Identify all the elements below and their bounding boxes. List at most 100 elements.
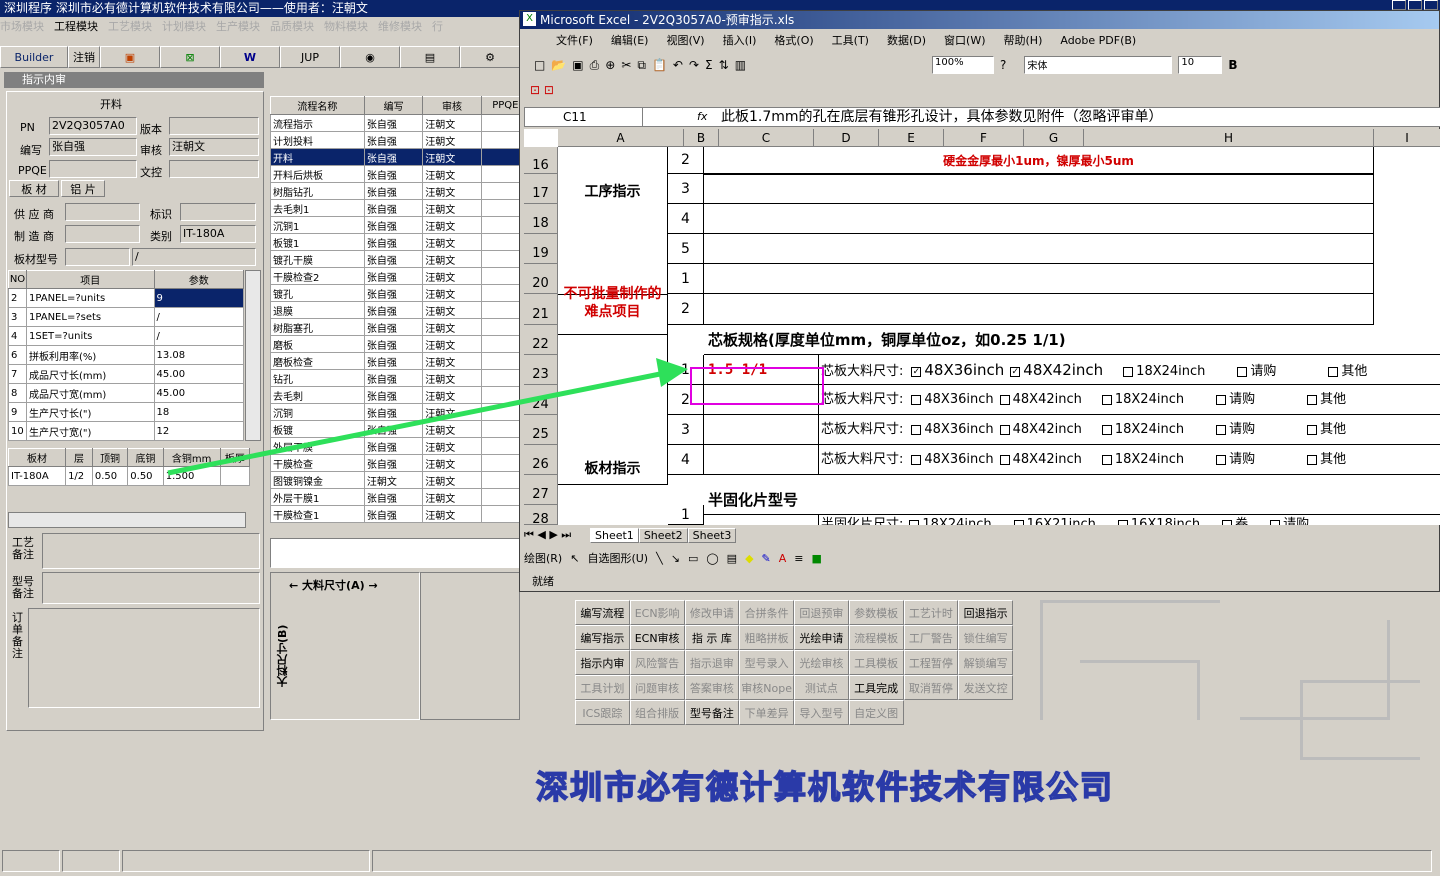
row-header[interactable]: 19: [524, 234, 558, 264]
param-row[interactable]: 8 成品尺寸宽(mm) 45.00: [8, 383, 245, 403]
module-8[interactable]: 行: [432, 20, 443, 33]
function-button[interactable]: 问题审核: [629, 675, 685, 700]
paste-icon[interactable]: 📋: [652, 58, 667, 72]
pointer-icon[interactable]: ↖: [570, 552, 579, 565]
function-button[interactable]: 指 示 库: [684, 625, 740, 650]
function-button[interactable]: 参数模板: [848, 600, 904, 625]
col-header[interactable]: F: [944, 129, 1024, 147]
flow-row[interactable]: 沉铜1 张自强 汪朝文: [270, 216, 531, 234]
flow-row[interactable]: 磨板检查 张自强 汪朝文: [270, 352, 531, 370]
sheet-tab-1[interactable]: Sheet1: [590, 527, 639, 543]
cell-sec3[interactable]: 板材指示: [558, 335, 668, 485]
row-header[interactable]: 20: [524, 264, 558, 294]
param-row[interactable]: 2 1PANEL=?units 9: [8, 288, 245, 308]
function-button[interactable]: 型号备注: [684, 700, 740, 725]
function-button[interactable]: 回退预审: [794, 600, 849, 625]
shadow-icon[interactable]: ■: [812, 552, 822, 565]
function-button[interactable]: 粗略拼板: [739, 625, 794, 650]
function-button[interactable]: 测试点: [794, 675, 849, 700]
ppqe-field[interactable]: [49, 160, 137, 178]
jup-button[interactable]: JUP: [280, 46, 340, 68]
row-header[interactable]: 21: [524, 294, 558, 325]
model-field-1[interactable]: [65, 248, 130, 266]
option-checkbox[interactable]: [1328, 366, 1339, 377]
flow-row[interactable]: 去毛刺 张自强 汪朝文: [270, 386, 531, 404]
version-field[interactable]: [169, 117, 259, 135]
option-checkbox[interactable]: [1307, 454, 1318, 465]
flow-row[interactable]: 开料后烘板 张自强 汪朝文: [270, 165, 531, 183]
preview-icon[interactable]: ⊕: [605, 58, 615, 72]
sheet-tab-2[interactable]: Sheet2: [638, 527, 688, 543]
note2-field[interactable]: [42, 572, 260, 604]
autoshape-menu[interactable]: 自选图形(U): [587, 550, 648, 566]
supplier-field[interactable]: [65, 203, 140, 221]
option-checkbox[interactable]: [1216, 394, 1227, 405]
option-checkbox[interactable]: [911, 454, 922, 465]
restore-icon[interactable]: [1408, 0, 1422, 10]
mark-field[interactable]: [180, 203, 256, 221]
cell-num[interactable]: 2: [668, 294, 704, 325]
flow-row[interactable]: 镀孔干膜 张自强 汪朝文: [270, 250, 531, 268]
cell-wide[interactable]: [704, 204, 1374, 234]
cut-icon[interactable]: ✂: [621, 58, 631, 72]
print-icon[interactable]: ⎙: [590, 58, 600, 73]
option-checkbox[interactable]: [1307, 424, 1318, 435]
oval-icon[interactable]: ◯: [706, 552, 718, 565]
module-1[interactable]: 工程模块: [54, 20, 98, 33]
option-checkbox[interactable]: [911, 424, 922, 435]
option-checkbox[interactable]: [1222, 519, 1233, 525]
core-size-row[interactable]: 芯板大料尺寸: 48X36inch 48X42inch 18X24inch 请购 其他: [819, 385, 1440, 415]
formula-input[interactable]: 此板1.7mm的孔在底层有锥形孔设计，具体参数见附件（忽略评审单）: [721, 108, 1163, 126]
calc-button[interactable]: ▣: [100, 46, 160, 68]
param-row[interactable]: 7 成品尺寸长(mm) 45.00: [8, 364, 245, 384]
flow-row[interactable]: 钻孔 张自强 汪朝文: [270, 369, 531, 387]
note3-field[interactable]: [28, 608, 260, 708]
option-checkbox[interactable]: [1101, 454, 1112, 465]
cell-num[interactable]: 5: [668, 234, 704, 264]
col-header[interactable]: E: [879, 129, 944, 147]
module-0[interactable]: 市场模块: [0, 20, 44, 33]
row-header[interactable]: 17: [524, 174, 558, 204]
size-select[interactable]: 10: [1178, 56, 1223, 74]
cell-num[interactable]: 1: [668, 264, 704, 294]
fill-color-icon[interactable]: ◆: [745, 552, 753, 565]
cell-wide[interactable]: [704, 294, 1374, 325]
close-icon[interactable]: [1424, 0, 1438, 10]
function-button[interactable]: 回退指示: [958, 600, 1013, 625]
param-row[interactable]: 4 1SET=?units /: [8, 326, 245, 346]
board-hscrollbar[interactable]: [8, 512, 246, 528]
sheet-tab-3[interactable]: Sheet3: [687, 527, 737, 543]
undo-icon[interactable]: ↶: [673, 58, 683, 72]
col-header[interactable]: C: [719, 129, 814, 147]
worksheet[interactable]: ABCDEFGHIJ16171819202122232425262728工序指示…: [524, 129, 1440, 525]
excel-menu-item[interactable]: Adobe PDF(B): [1060, 34, 1136, 47]
row-header[interactable]: 26: [524, 445, 558, 475]
function-button[interactable]: 工具完成: [848, 675, 904, 700]
draw-menu[interactable]: 绘图(R): [524, 550, 562, 566]
option-checkbox[interactable]: [1123, 366, 1134, 377]
module-4[interactable]: 生产模块: [216, 20, 260, 33]
cell-num[interactable]: 3: [668, 174, 704, 204]
function-button[interactable]: 锁住编写: [958, 625, 1013, 650]
new-icon[interactable]: □: [534, 58, 545, 72]
cell-num[interactable]: 1: [668, 505, 704, 525]
flow-row[interactable]: 板镀 张自强 汪朝文: [270, 420, 531, 438]
cell-num[interactable]: 2: [668, 147, 704, 174]
function-button[interactable]: 光绘审核: [794, 650, 849, 675]
flow-row[interactable]: 磨板 张自强 汪朝文: [270, 335, 531, 353]
option-checkbox[interactable]: ✓: [911, 366, 922, 377]
option-checkbox[interactable]: [1237, 366, 1248, 377]
redo-icon[interactable]: ↷: [689, 58, 699, 72]
cell-num[interactable]: 3: [668, 415, 704, 445]
core-size-row[interactable]: 芯板大料尺寸: 48X36inch 48X42inch 18X24inch 请购 其他: [819, 415, 1440, 445]
function-button[interactable]: ECN审核: [629, 625, 685, 650]
row-header[interactable]: 18: [524, 204, 558, 234]
flow-row[interactable]: 计划投料 张自强 汪朝文: [270, 131, 531, 149]
option-checkbox[interactable]: [999, 394, 1010, 405]
line-color-icon[interactable]: ✎: [762, 552, 771, 565]
function-button[interactable]: 工艺计时: [903, 600, 959, 625]
flow-row[interactable]: 图镀铜镍金 汪朝文 汪朝文: [270, 471, 531, 489]
maker-field[interactable]: [65, 225, 140, 243]
module-5[interactable]: 品质模块: [270, 20, 314, 33]
function-button[interactable]: 工程暂停: [903, 650, 959, 675]
